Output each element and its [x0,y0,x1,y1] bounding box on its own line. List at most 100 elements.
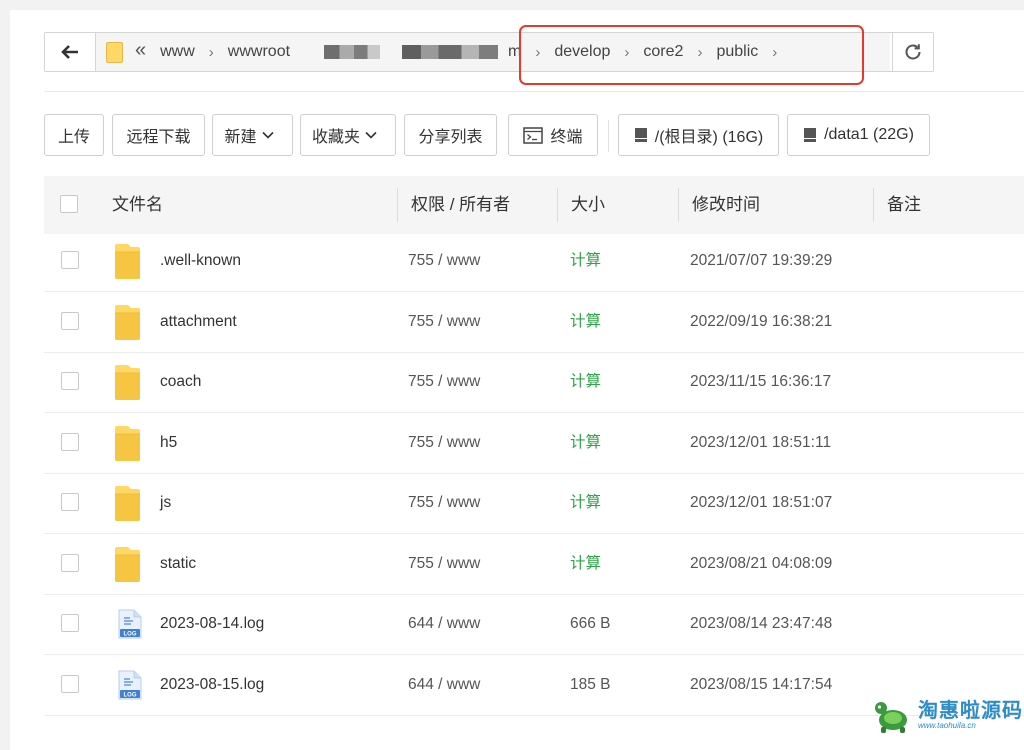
file-name[interactable]: 2023-08-14.log [160,594,264,654]
column-divider [678,188,679,222]
row-checkbox[interactable] [61,493,79,511]
disk-data1-label: /data1 (22G) [824,126,914,143]
folder-icon [115,425,140,461]
folder-icon [115,486,140,521]
file-permission[interactable]: 644 / www [408,655,480,715]
file-modified-time: 2023/11/15 16:36:17 [690,373,832,390]
breadcrumb-item-develop[interactable]: develop [554,43,610,61]
file-name[interactable]: js [160,473,171,533]
file-table-header: 文件名 权限 / 所有者 大小 修改时间 备注 [44,176,1024,234]
svg-text:LOG: LOG [124,692,137,698]
calculate-size-link[interactable]: 计算 [570,413,601,473]
table-row[interactable]: attachment 755 / www 计算 2022/09/19 16:38:21 [44,292,1024,353]
folder-icon [115,244,140,279]
refresh-icon [905,44,921,60]
calculate-size-link[interactable]: 计算 [570,231,601,291]
disk-root-button[interactable]: /(根目录) (16G) [618,114,779,156]
back-button[interactable] [45,33,96,71]
file-modified-time: 2023/08/15 14:17:54 [690,675,833,693]
watermark-text: 淘惠啦源码 [918,700,1023,722]
folder-icon [115,304,140,340]
chevron-right-icon: › [208,43,214,61]
row-checkbox[interactable] [61,432,79,451]
share-list-button[interactable]: 分享列表 [404,114,497,156]
row-checkbox[interactable] [61,614,79,632]
breadcrumb: « www › wwwroot m › develop › core2 › pu… [96,33,890,71]
table-row[interactable]: coach 755 / www 计算 2023/11/15 16:36:17 [44,352,1024,413]
row-checkbox[interactable] [61,311,79,330]
column-divider [873,188,874,222]
calculate-size-link[interactable]: 计算 [570,292,601,352]
calculate-size-link[interactable]: 计算 [570,534,601,594]
column-header-size[interactable]: 大小 [571,176,605,234]
file-permission[interactable]: 755 / www [408,352,480,412]
disk-data1-button[interactable]: /data1 (22G) [787,114,930,156]
upload-button[interactable]: 上传 [44,114,104,156]
file-modified-time: 2023/08/14 23:47:48 [690,615,833,632]
breadcrumb-item-wwwroot[interactable]: wwwroot [228,43,290,61]
refresh-button[interactable] [892,33,933,71]
column-header-permission[interactable]: 权限 / 所有者 [411,176,510,234]
svg-text:LOG: LOG [124,632,137,638]
file-permission[interactable]: 755 / www [408,473,480,533]
new-label: 新建 [224,129,257,146]
chevron-down-icon [261,131,274,139]
column-divider [557,188,558,222]
file-modified-time: 2023/12/01 18:51:11 [690,433,832,451]
file-modified-time: 2022/09/19 16:38:21 [690,312,833,330]
row-checkbox[interactable] [61,251,79,269]
redacted-path-segment [324,45,381,59]
column-header-name[interactable]: 文件名 [112,176,163,234]
file-name[interactable]: static [160,534,196,594]
breadcrumb-item-public[interactable]: public [716,43,758,61]
chevrons-left-icon[interactable]: « [135,39,146,62]
arrow-left-icon [61,45,78,59]
column-header-modified-time[interactable]: 修改时间 [692,176,760,234]
breadcrumb-item-fragment[interactable]: m [508,43,521,61]
favorites-dropdown-button[interactable]: 收藏夹 [300,114,396,156]
redacted-path-segment [402,45,499,59]
terminal-button[interactable]: 终端 [508,114,598,156]
file-permission[interactable]: 755 / www [408,534,480,594]
file-name[interactable]: 2023-08-15.log [160,655,264,715]
disk-icon [634,128,647,142]
file-name[interactable]: .well-known [160,231,241,291]
favorites-label: 收藏夹 [311,129,360,146]
file-permission[interactable]: 755 / www [408,231,480,291]
file-name[interactable]: attachment [160,292,237,352]
breadcrumb-item-www[interactable]: www [160,43,195,61]
select-all-checkbox[interactable] [60,195,78,213]
table-row[interactable]: h5 755 / www 计算 2023/12/01 18:51:11 [44,413,1024,474]
file-size: 666 B [570,615,611,632]
remote-download-button[interactable]: 远程下载 [112,114,205,156]
log-file-icon: LOG [118,670,142,699]
folder-icon [115,546,140,582]
file-manager-panel: « www › wwwroot m › develop › core2 › pu… [10,10,1024,750]
chevron-right-icon: › [624,43,630,61]
folder-icon [106,41,123,63]
file-name[interactable]: h5 [160,413,177,473]
table-row[interactable]: static 755 / www 计算 2023/08/21 04:08:09 [44,534,1024,595]
calculate-size-link[interactable]: 计算 [570,352,601,412]
breadcrumb-item-core2[interactable]: core2 [643,43,683,61]
calculate-size-link[interactable]: 计算 [570,473,601,533]
table-row[interactable]: .well-known 755 / www 计算 2021/07/07 19:39:2… [44,231,1024,292]
chevron-down-icon [365,131,377,139]
file-permission[interactable]: 644 / www [408,594,480,654]
row-checkbox[interactable] [61,674,79,693]
file-permission[interactable]: 755 / www [408,413,480,473]
new-dropdown-button[interactable]: 新建 [212,114,293,156]
address-bar: « www › wwwroot m › develop › core2 › pu… [44,32,934,72]
watermark-url: www.taohuila.cn [918,721,976,730]
table-row[interactable]: js 755 / www 计算 2023/12/01 18:51:07 [44,473,1024,534]
watermark: 淘惠啦源码 www.taohuila.cn [872,696,1024,736]
row-checkbox[interactable] [61,553,79,572]
file-permission[interactable]: 755 / www [408,292,480,352]
column-header-note[interactable]: 备注 [887,176,921,234]
file-name[interactable]: coach [160,352,201,412]
row-checkbox[interactable] [61,372,79,390]
chevron-right-icon: › [535,43,541,61]
terminal-label: 终端 [550,129,583,146]
folder-icon [115,365,140,400]
table-row[interactable]: LOG 2023-08-14.log 644 / www 666 B 2023/08/1… [44,594,1024,655]
